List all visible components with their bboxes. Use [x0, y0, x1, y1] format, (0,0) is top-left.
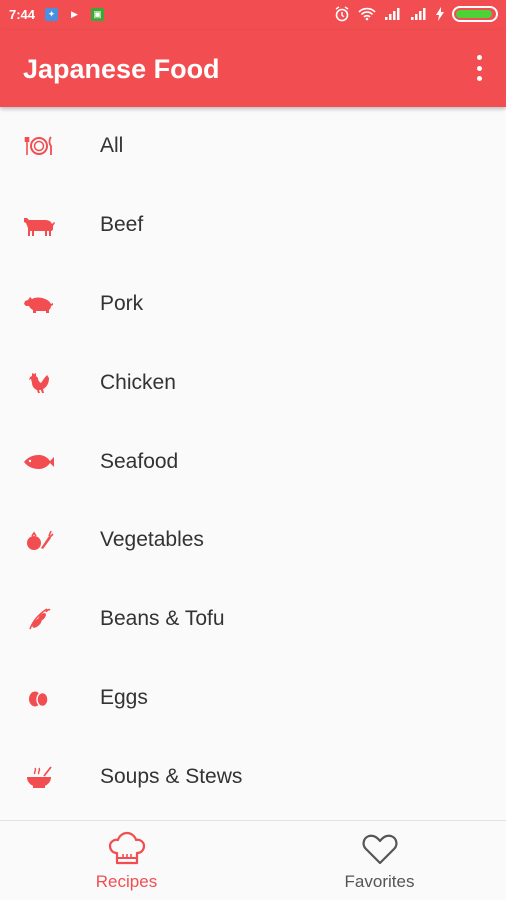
category-label: Beans & Tofu: [100, 607, 225, 631]
category-item-soups-stews[interactable]: Soups & Stews: [0, 737, 506, 816]
tab-label: Favorites: [344, 872, 415, 891]
vegetables-icon: [22, 526, 56, 554]
signal-icon: [385, 8, 400, 20]
category-item-all[interactable]: All: [0, 107, 506, 186]
play-store-icon: ▶: [71, 9, 78, 19]
heart-icon: [362, 834, 397, 865]
category-label: Chicken: [100, 370, 176, 394]
soup-bowl-icon: [22, 763, 56, 791]
category-item-eggs[interactable]: Eggs: [0, 659, 506, 738]
category-label: Eggs: [100, 685, 148, 709]
category-item-seafood[interactable]: Seafood: [0, 422, 506, 501]
overflow-menu-icon[interactable]: [474, 55, 484, 81]
category-label: Seafood: [100, 449, 179, 473]
tab-recipes[interactable]: Recipes: [0, 821, 253, 900]
status-bar: 7:44 ✦ ▶ ▣: [0, 0, 506, 30]
category-label: Pork: [100, 291, 144, 315]
category-item-pork[interactable]: Pork: [0, 265, 506, 344]
android-notification-icon: ▣: [91, 8, 104, 21]
alarm-icon: [335, 6, 349, 22]
cow-icon: [22, 211, 56, 239]
chef-hat-icon: [108, 831, 145, 865]
fish-icon: [22, 448, 56, 476]
plate-cutlery-icon: [22, 132, 56, 160]
pig-icon: [22, 290, 56, 318]
app-bar: Japanese Food: [0, 30, 506, 107]
bottom-navigation: Recipes Favorites: [0, 820, 506, 900]
category-item-chicken[interactable]: Chicken: [0, 343, 506, 422]
tab-favorites[interactable]: Favorites: [253, 821, 506, 900]
page-title: Japanese Food: [23, 54, 220, 84]
system-icons: [334, 6, 498, 22]
category-list: All Beef Pork Chicken Seafood Vegetables: [0, 107, 506, 816]
status-time: 7:44: [9, 7, 36, 22]
category-label: Beef: [100, 213, 144, 237]
category-label: All: [100, 134, 124, 158]
wifi-icon: [358, 7, 376, 21]
category-item-beef[interactable]: Beef: [0, 186, 506, 265]
category-item-beans-tofu[interactable]: Beans & Tofu: [0, 580, 506, 659]
battery-icon: [452, 6, 498, 22]
charging-icon: [436, 7, 444, 21]
category-label: Vegetables: [100, 528, 204, 552]
notification-icons: ✦ ▶ ▣: [45, 8, 104, 21]
signal-icon-2: [411, 8, 426, 20]
tab-label: Recipes: [95, 872, 158, 891]
eggs-icon: [22, 684, 56, 712]
chicken-icon: [22, 369, 56, 397]
beans-icon: [22, 605, 56, 633]
app-notification-icon: ✦: [45, 8, 58, 21]
category-label: Soups & Stews: [100, 764, 243, 788]
category-item-vegetables[interactable]: Vegetables: [0, 501, 506, 580]
